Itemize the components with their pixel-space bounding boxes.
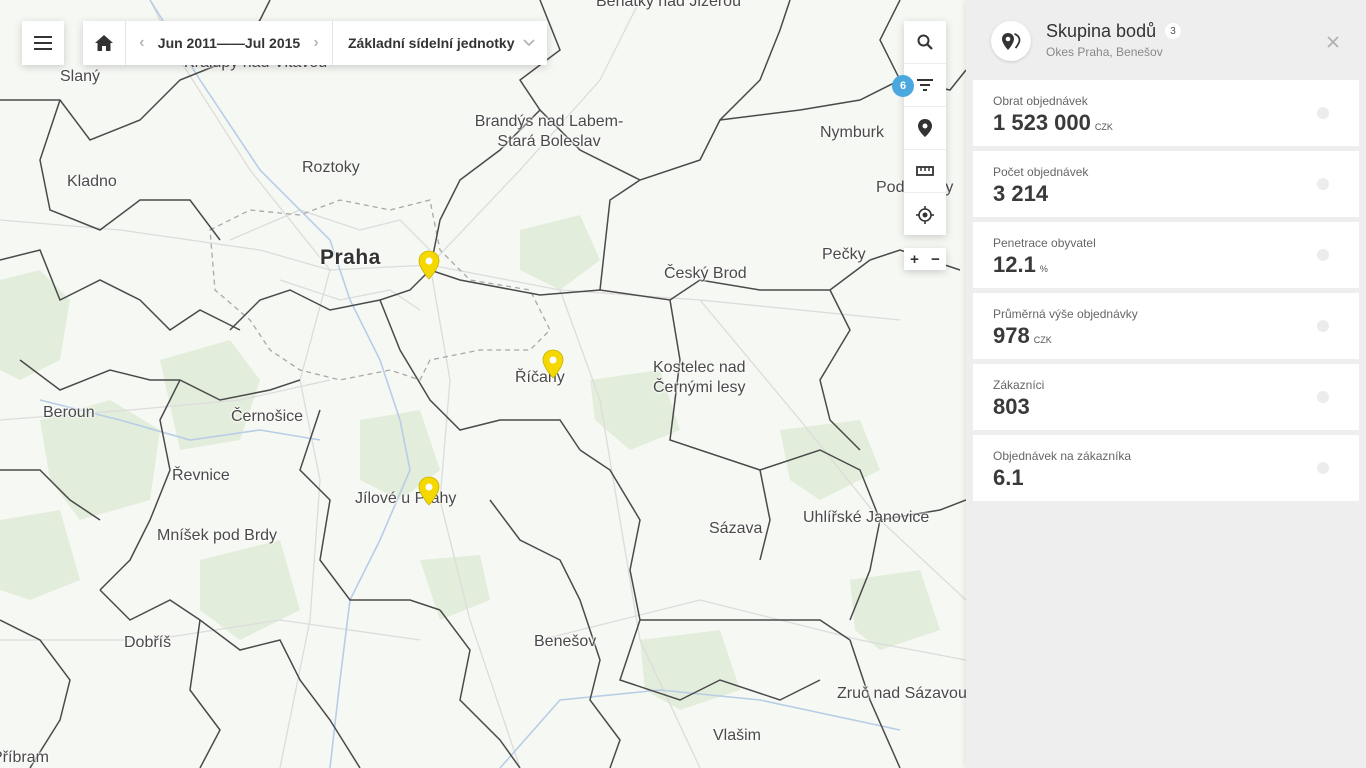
map-canvas[interactable]: Benátky nad Jizerou Kralupy nad Vltavou … <box>0 0 966 768</box>
metric-toggle[interactable] <box>1317 391 1329 403</box>
detail-panel: Skupina bodů 3 Okes Praha, Benešov Obrat… <box>966 0 1366 768</box>
place-label: Brandýs nad Labem- Stará Boleslav <box>474 113 624 150</box>
filter-button[interactable]: 6 <box>892 64 946 107</box>
zoom-in-button[interactable]: + <box>904 248 925 270</box>
point-count-badge: 3 <box>1165 23 1181 39</box>
panel-subtitle: Okes Praha, Benešov <box>1046 45 1163 59</box>
map-pin-icon[interactable] <box>418 476 440 506</box>
metric-unit: CZK <box>1094 122 1113 132</box>
layer-dropdown[interactable]: Základní sídelní jednotky <box>333 21 547 65</box>
metric-value: 978 CZK <box>993 323 1052 348</box>
place-label: Příbram <box>0 749 49 766</box>
place-label: Slaný <box>60 68 101 85</box>
home-button[interactable] <box>83 21 126 65</box>
metric-label: Obrat objednávek <box>993 94 1088 108</box>
place-label: Kostelec nad Černými lesy <box>653 359 746 396</box>
menu-button[interactable] <box>22 21 64 65</box>
metric-toggle[interactable] <box>1317 178 1329 190</box>
place-label: Sázava <box>709 520 763 537</box>
ruler-icon <box>916 166 934 176</box>
metric-toggle[interactable] <box>1317 107 1329 119</box>
zoom-out-button[interactable]: − <box>925 248 946 270</box>
place-label: Benátky nad Jizerou <box>596 0 741 10</box>
panel-title: Skupina bodů <box>1046 21 1157 41</box>
panel-header: Skupina bodů 3 Okes Praha, Benešov <box>966 0 1366 80</box>
place-label: Dobříš <box>124 634 172 651</box>
previous-period-button[interactable]: ‹ <box>126 34 158 52</box>
metric-unit: % <box>1039 264 1048 274</box>
layer-dropdown-label: Základní sídelní jednotky <box>348 35 515 51</box>
search-button[interactable] <box>904 21 946 64</box>
metric-card[interactable]: Obrat objednávek 1 523 000 CZK <box>973 80 1359 146</box>
close-button[interactable] <box>1322 31 1344 53</box>
close-icon <box>1327 36 1339 48</box>
date-range-label[interactable]: Jun 2011——Jul 2015 <box>158 35 300 51</box>
place-label: Vlašim <box>713 727 762 744</box>
metric-label: Počet objednávek <box>993 165 1089 179</box>
place-marker-button[interactable] <box>904 107 946 150</box>
metric-card[interactable]: Zákazníci 803 <box>973 364 1359 430</box>
next-period-button[interactable]: › <box>300 34 332 52</box>
filter-count-badge: 6 <box>892 75 914 97</box>
place-label: Řevnice <box>172 467 230 484</box>
metric-card[interactable]: Penetrace obyvatel 12.1% <box>973 222 1359 288</box>
measure-button[interactable] <box>904 150 946 193</box>
locate-icon <box>916 205 934 224</box>
metric-label: Zákazníci <box>993 378 1045 392</box>
place-label: Jílové u Prahy <box>355 490 457 507</box>
metric-card[interactable]: Objednávek na zákazníka 6.1 <box>973 435 1359 501</box>
home-icon <box>95 35 113 51</box>
place-label: Zruč nad Sázavou <box>837 685 966 702</box>
map-tools: 6 <box>892 21 946 236</box>
metric-toggle[interactable] <box>1317 249 1329 261</box>
place-label: Černošice <box>231 408 304 425</box>
place-label: Pečky <box>822 246 866 263</box>
locate-me-button[interactable] <box>904 193 946 236</box>
metric-value: 12.1% <box>993 252 1048 277</box>
metric-value: 803 <box>993 394 1030 419</box>
metric-toggle[interactable] <box>1317 320 1329 332</box>
place-label-capital: Praha <box>320 246 381 269</box>
metric-value: 6.1 <box>993 465 1024 490</box>
place-label: Uhlířské Janovice <box>803 509 930 526</box>
zoom-controls: + − <box>904 248 946 270</box>
place-label: Benešov <box>534 633 597 650</box>
date-range-selector: ‹ Jun 2011——Jul 2015 › <box>126 21 333 65</box>
filter-icon <box>917 79 933 91</box>
place-label: Mníšek pod Brdy <box>157 527 278 544</box>
metric-toggle[interactable] <box>1317 462 1329 474</box>
location-pin-icon <box>918 119 932 137</box>
metric-card[interactable]: Průměrná výše objednávky 978 CZK <box>973 293 1359 359</box>
map-pin-icon[interactable] <box>418 250 440 280</box>
map-pin-icon[interactable] <box>542 349 564 379</box>
metric-card[interactable]: Počet objednávek 3 214 <box>973 151 1359 217</box>
place-label: Beroun <box>43 404 95 421</box>
toolbar: ‹ Jun 2011——Jul 2015 › Základní sídelní … <box>83 21 547 65</box>
metric-label: Penetrace obyvatel <box>993 236 1096 250</box>
metric-unit: CZK <box>1033 335 1052 345</box>
metric-label: Objednávek na zákazníka <box>993 449 1132 463</box>
place-label: Nymburk <box>820 124 885 141</box>
metric-value: 3 214 <box>993 181 1049 206</box>
metric-value: 1 523 000 CZK <box>993 110 1113 135</box>
map-pin-group-icon <box>991 21 1031 61</box>
search-icon <box>917 34 933 50</box>
place-label: Roztoky <box>302 159 360 176</box>
menu-icon <box>34 36 52 50</box>
place-label: Kladno <box>67 173 117 190</box>
metric-label: Průměrná výše objednávky <box>993 307 1138 321</box>
chevron-down-icon <box>523 39 535 47</box>
place-label: Český Brod <box>664 265 747 282</box>
